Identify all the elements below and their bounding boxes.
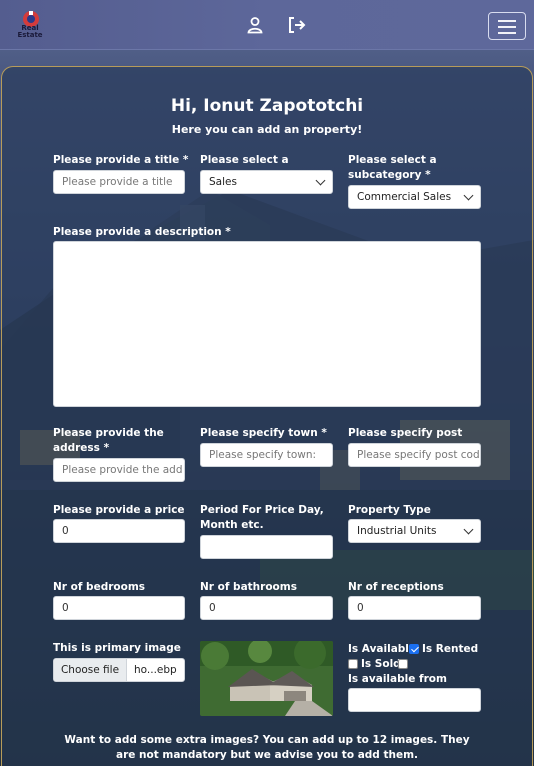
title-label: Please provide a title * [53,154,189,166]
is-rented-label: Is Rented [422,643,479,655]
is-sold-label: Is Sold [361,658,401,670]
category-select[interactable]: Sales [200,170,333,194]
description-label: Please provide a description * [53,226,231,238]
primary-image-file-input[interactable]: Choose file ho...ebp [53,658,185,682]
chevron-down-icon [463,524,474,535]
bedrooms-input[interactable]: 0 [53,596,185,620]
menu-toggle-button[interactable] [488,12,526,40]
postcode-input[interactable]: Please specify post cod [348,443,481,467]
receptions-label: Nr of receptions [348,581,444,593]
address-label: Please provide the address * [53,427,164,454]
page-title: Hi, Ionut Zapototchi [170,96,364,116]
subcategory-label: Please select a subcategory * [348,154,437,181]
is-rented-checkbox[interactable] [348,659,358,669]
is-sold-checkbox[interactable] [398,659,408,669]
hamburger-icon [498,20,516,22]
chevron-down-icon [463,190,474,201]
period-label: Period For Price Day, Month etc. [200,504,324,531]
is-available-label: Is Available [348,643,417,655]
primary-image-label: This is primary image [53,642,181,654]
town-label: Please specify town * [200,427,327,439]
bathrooms-label: Nr of bathrooms [200,581,297,593]
file-name: ho...ebp [134,664,177,676]
period-input[interactable] [200,535,333,559]
chevron-down-icon [315,175,326,186]
town-input[interactable]: Please specify town: [200,443,333,467]
address-input[interactable]: Please provide the add [53,458,185,482]
bathrooms-input[interactable]: 0 [200,596,333,620]
logout-icon[interactable] [287,16,307,34]
subcategory-select[interactable]: Commercial Sales [348,185,481,209]
logo-text: Real Estate [17,24,43,39]
price-input[interactable]: 0 [53,519,185,543]
available-from-input[interactable] [348,688,481,712]
is-available-checkbox[interactable] [409,644,419,654]
user-icon[interactable] [246,16,264,34]
property-type-select[interactable]: Industrial Units [348,519,481,543]
available-from-label: Is available from [348,673,447,685]
description-textarea[interactable] [53,241,481,407]
extra-images-note: Want to add some extra images? You can a… [64,734,470,761]
page-subtitle: Here you can add an property! [171,123,363,136]
choose-file-button[interactable]: Choose file [54,659,127,681]
receptions-input[interactable]: 0 [348,596,481,620]
bedrooms-label: Nr of bedrooms [53,581,146,593]
primary-image-preview [200,641,333,716]
property-type-label: Property Type [348,504,431,516]
navbar [0,0,534,50]
title-input[interactable]: Please provide a title [53,170,185,194]
